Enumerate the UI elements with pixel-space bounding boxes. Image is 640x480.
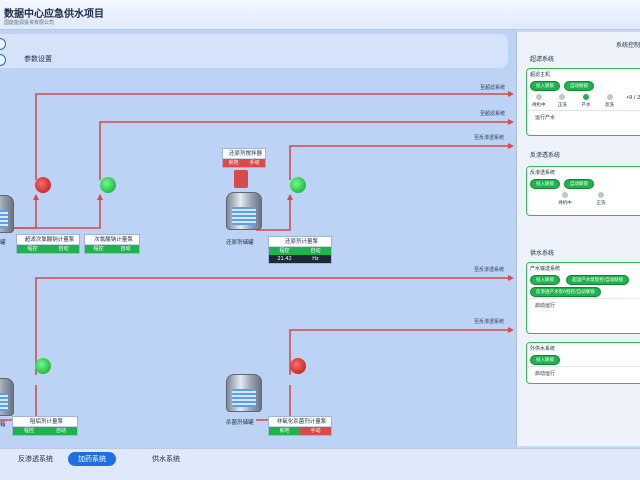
app-title: 数据中心应急供水项目 [4,9,104,20]
chip-interlock[interactable]: 投入联锁 [530,355,560,365]
card-ro: 反渗透系统 投入联锁 自动联锁 待机中 正洗 [526,166,640,216]
section-ro: 反渗透系统 [530,152,561,159]
uf-run-button[interactable]: 运行产水 [527,110,640,124]
pump-panel-sodium[interactable]: 次氯酸钠计量泵 程控 自动 [84,234,140,254]
state-counter: •9 / 2 [626,95,640,101]
mixer-motor-icon [234,170,248,188]
pump-panel-biocide[interactable]: 非氧化杀菌剂计量泵 就地 手动 [268,416,332,436]
tank-left-bottom-icon [0,378,14,416]
pump-panel-sodium-uf[interactable]: 超滤次氯酸钠计量泵 程控 自动 [16,234,80,254]
chip-interlock[interactable]: 投入联锁 [530,81,560,91]
tank-left-top-label: 罐 [0,240,6,246]
pump-reductant[interactable] [290,177,306,193]
pump-biocide[interactable] [290,358,306,374]
state-backwash[interactable]: 反洗 [598,94,622,108]
pump-sodium[interactable] [100,177,116,193]
panel-mode: 自动 [48,245,79,253]
panel-control: 程控 [17,245,48,253]
panel-control: 程控 [85,245,112,253]
panel-mode: 自动 [300,247,331,255]
chip-interlock[interactable]: 投入联锁 [530,179,560,189]
panel-title: 次氯酸钠计量泵 [85,235,139,245]
panel-control: 程控 [269,247,300,255]
mixer-mode: 手动 [244,159,265,167]
mixer-state: 就地 [223,159,244,167]
panel-title: 还原剂计量泵 [269,237,331,247]
panel-title: 非氧化杀菌剂计量泵 [269,417,331,427]
state-forward-wash[interactable]: 正洗 [583,192,619,206]
panel-control: 就地 [269,427,300,435]
route-label-ro-3: 至反渗透系统 [474,319,505,325]
tab-ro[interactable]: 反渗透系统 [8,452,63,466]
chip-uf-pump[interactable]: 超滤产水泵程控/自动联锁 [566,275,630,285]
section-uf: 超滤系统 [530,56,555,63]
chip-auto[interactable]: 自动联锁 [564,179,594,189]
card-title: 产水输送系统 [530,266,561,272]
frequency-value: 21.42 [269,255,300,263]
pump-panel-antiscalant[interactable]: 阻垢剂计量泵 程控 自动 [12,416,78,436]
card-title: 反渗透系统 [530,170,556,176]
tab-dosing[interactable]: 加药系统 [68,452,116,466]
tab-supply[interactable]: 供水系统 [142,452,190,466]
route-label-ro-2: 至反渗透系统 [474,267,505,273]
dosing-mixer-panel[interactable]: 还原剂搅拌器 就地 手动 [222,148,266,168]
card-supply: 产水输送系统 投入联锁 超滤产水泵程控/自动联锁 反渗透产水泵A程控/自动联锁 … [526,262,640,334]
sidebar-title: 系统控制 [616,42,640,49]
panel-mode: 自动 [45,427,77,435]
state-production[interactable]: 产水 [574,94,598,108]
chip-auto[interactable]: 自动联锁 [564,81,594,91]
route-label-uf-2: 至超滤系统 [480,111,506,117]
pump-antiscalant[interactable] [35,358,51,374]
route-label-uf-1: 至超滤系统 [480,85,506,91]
state-forward-wash[interactable]: 正洗 [551,94,575,108]
tank-left-top-icon [0,195,14,233]
supply-start-button[interactable]: 启动运行 [527,298,640,312]
mixer-title: 还原剂搅拌器 [223,149,265,159]
pump-sodium-uf[interactable] [35,177,51,193]
card-title: 超滤主机 [530,72,551,78]
state-standby[interactable]: 待机中 [527,94,551,108]
state-standby[interactable]: 待机中 [547,192,583,206]
tank-biocide-icon [226,374,262,412]
app-subtitle: 国能能源投资有限公司 [4,20,55,26]
chip-ro-pump-a[interactable]: 反渗透产水泵A程控/自动联锁 [530,287,601,297]
route-label-ro-1: 至反渗透系统 [474,135,505,141]
card-external-supply: 外供水系统 投入联锁 启动运行 [526,342,640,384]
tank-reductant-label: 还原剂储罐 [226,240,254,246]
section-supply: 供水系统 [530,250,555,257]
panel-mode: 手动 [300,427,331,435]
card-uf: 超滤主机 投入联锁 自动联锁 待机中 正洗 产水 反洗 •9 / 2 运行产水 [526,68,640,136]
panel-mode: 自动 [112,245,139,253]
tank-left-bottom-label: 箱 [0,422,6,428]
external-start-button[interactable]: 启动运行 [527,366,640,380]
app-header: 数据中心应急供水项目 国能能源投资有限公司 [0,0,640,30]
card-title: 外供水系统 [530,346,556,352]
tank-biocide-label: 杀菌剂储罐 [226,420,254,426]
panel-title: 超滤次氯酸钠计量泵 [17,235,79,245]
chip-interlock[interactable]: 投入联锁 [530,275,560,285]
panel-title: 阻垢剂计量泵 [13,417,77,427]
tank-reductant-icon [226,192,262,230]
panel-control: 程控 [13,427,45,435]
pump-panel-reductant[interactable]: 还原剂计量泵 程控 自动 21.42 Hz [268,236,332,264]
frequency-unit: Hz [300,255,331,263]
